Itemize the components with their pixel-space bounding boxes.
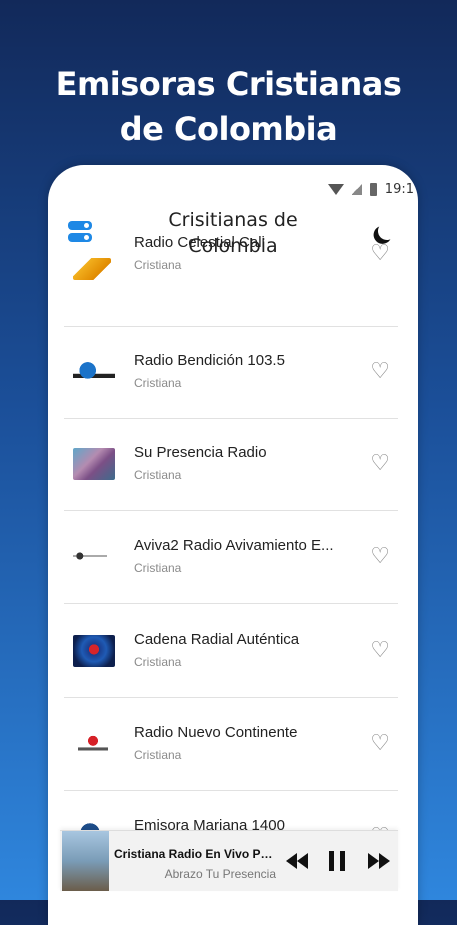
station-category: Cristiana [134,258,182,272]
station-name: Radio Celestial Cali [134,234,265,251]
station-item[interactable]: Radio Nuevo Continente Cristiana ♡ [64,698,398,791]
favorite-heart-icon[interactable]: ♡ [370,242,390,264]
pause-icon[interactable] [326,849,348,873]
station-category: Cristiana [134,561,182,575]
station-name: Su Presencia Radio [134,444,267,461]
status-time: 19:1 [384,181,414,197]
station-category: Cristiana [134,655,182,669]
status-bar: 19:1 [327,179,418,199]
favorite-heart-icon[interactable]: ♡ [370,545,390,567]
rewind-icon[interactable] [284,849,310,873]
station-name: Cadena Radial Auténtica [134,631,300,648]
signal-icon [351,183,362,195]
fast-forward-icon[interactable] [366,849,392,873]
station-category: Cristiana [134,468,182,482]
favorite-heart-icon[interactable]: ♡ [370,732,390,754]
battery-icon [369,182,377,196]
promo-title-line1: Emisoras Cristianas [55,65,402,103]
station-category: Cristiana [134,748,182,762]
station-category: Cristiana [134,376,182,390]
station-logo [73,258,111,280]
app-title-line1: Crisitianas de [168,209,298,231]
station-item[interactable]: Aviva2 Radio Avivamiento E... Cristiana … [64,511,398,604]
favorite-heart-icon[interactable]: ♡ [370,639,390,661]
favorite-heart-icon[interactable]: ♡ [370,452,390,474]
station-logo [78,728,108,760]
station-name: Radio Nuevo Continente [134,724,298,741]
mini-player[interactable]: Cristiana Radio En Vivo Par... Abrazo Tu… [60,830,398,891]
station-logo [73,549,107,563]
station-logo [73,448,115,480]
station-item[interactable]: Radio Bendición 103.5 Cristiana ♡ [64,326,398,419]
phone-screen: 19:1 Crisitianas de Colombia Radio Celes… [48,165,418,925]
wifi-icon [327,183,344,195]
promo-title-line2: de Colombia [119,110,338,148]
station-item[interactable]: Radio Celestial Cali Cristiana ♡ [64,234,398,327]
station-name: Aviva2 Radio Avivamiento E... [134,537,334,554]
station-name: Radio Bendición 103.5 [134,352,285,369]
station-logo [73,356,115,388]
promo-title: Emisoras Cristianas de Colombia [0,62,457,152]
player-artwork [62,831,109,891]
station-item[interactable]: Su Presencia Radio Cristiana ♡ [64,418,398,511]
player-subtitle: Abrazo Tu Presencia [164,867,276,881]
favorite-heart-icon[interactable]: ♡ [370,360,390,382]
station-item[interactable]: Cadena Radial Auténtica Cristiana ♡ [64,605,398,698]
player-title: Cristiana Radio En Vivo Par... [114,847,276,861]
station-logo [73,635,115,667]
